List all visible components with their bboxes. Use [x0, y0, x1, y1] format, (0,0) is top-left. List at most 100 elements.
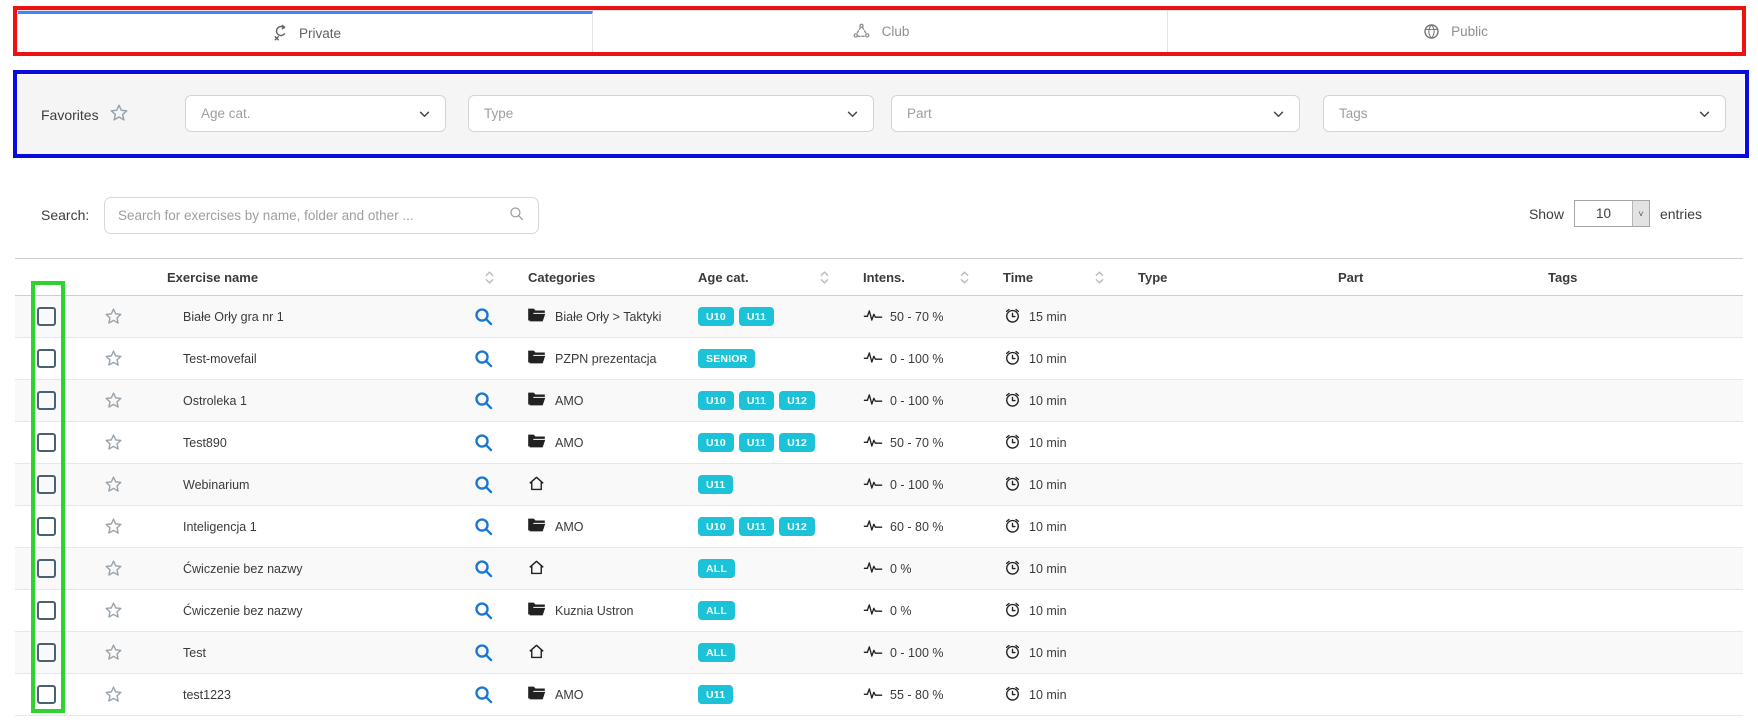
exercise-name: Webinarium [183, 478, 249, 492]
tab-public-label: Public [1451, 24, 1488, 39]
chevron-down-icon [419, 106, 430, 121]
favorite-star-button[interactable] [77, 558, 149, 579]
favorites-label: Favorites [41, 107, 99, 123]
favorite-star-button[interactable] [77, 306, 149, 327]
intensity-icon [863, 476, 883, 494]
age-badge: ALL [698, 601, 735, 620]
preview-icon[interactable] [473, 642, 494, 663]
preview-icon[interactable] [473, 306, 494, 327]
favorite-star-button[interactable] [77, 600, 149, 621]
table-row: Test890AMOU10U11U1250 - 70 %10 min [15, 422, 1743, 464]
preview-icon[interactable] [473, 390, 494, 411]
part-cell [1320, 548, 1530, 590]
time-icon [1003, 306, 1022, 328]
header-age-cat[interactable]: Age cat. [680, 259, 845, 296]
type-cell [1120, 548, 1320, 590]
table-row: Inteligencja 1AMOU10U11U1260 - 80 %10 mi… [15, 506, 1743, 548]
age-badge: U10 [698, 517, 734, 536]
sort-icon[interactable] [960, 270, 969, 285]
row-checkbox[interactable] [37, 307, 56, 326]
header-exercise-name[interactable]: Exercise name [149, 259, 510, 296]
tags-select[interactable]: Tags [1323, 95, 1726, 132]
intensity-icon [863, 560, 883, 578]
tags-cell [1530, 338, 1743, 380]
row-checkbox[interactable] [37, 685, 56, 704]
row-checkbox[interactable] [37, 601, 56, 620]
tab-private[interactable]: Private [18, 11, 593, 52]
row-checkbox[interactable] [37, 391, 56, 410]
intensity-value: 0 % [890, 562, 912, 576]
filter-bar: Favorites Age cat. Type Part Tags [17, 75, 1744, 155]
exercise-name: Ostroleka 1 [183, 394, 247, 408]
preview-icon[interactable] [473, 684, 494, 705]
preview-icon[interactable] [473, 558, 494, 579]
row-checkbox[interactable] [37, 643, 56, 662]
header-categories: Categories [510, 259, 680, 296]
table-header-row: Exercise name Categories Age cat. Intens… [15, 259, 1743, 296]
intensity-icon [863, 602, 883, 620]
tags-cell [1530, 506, 1743, 548]
row-checkbox[interactable] [37, 559, 56, 578]
time-icon [1003, 684, 1022, 706]
folder-icon [527, 433, 546, 452]
time-value: 10 min [1029, 604, 1067, 618]
header-intensity[interactable]: Intens. [845, 259, 985, 296]
part-cell [1320, 296, 1530, 338]
preview-icon[interactable] [473, 600, 494, 621]
category-label: AMO [555, 688, 583, 702]
part-cell [1320, 632, 1530, 674]
header-type: Type [1120, 259, 1320, 296]
age-badge: U10 [698, 307, 734, 326]
type-select[interactable]: Type [468, 95, 874, 132]
age-cat-select[interactable]: Age cat. [185, 95, 446, 132]
tags-cell [1530, 380, 1743, 422]
row-checkbox[interactable] [37, 517, 56, 536]
type-select-placeholder: Type [484, 106, 513, 121]
preview-icon[interactable] [473, 516, 494, 537]
favorite-star-button[interactable] [77, 390, 149, 411]
sort-icon[interactable] [820, 270, 829, 285]
favorite-star-button[interactable] [77, 684, 149, 705]
favorites-star-icon[interactable] [108, 102, 130, 127]
chevron-down-icon [847, 106, 858, 121]
intensity-value: 55 - 80 % [890, 688, 944, 702]
favorite-star-button[interactable] [77, 432, 149, 453]
row-checkbox[interactable] [37, 475, 56, 494]
sort-icon[interactable] [1095, 270, 1104, 285]
preview-icon[interactable] [473, 348, 494, 369]
favorite-star-button[interactable] [77, 642, 149, 663]
tags-cell [1530, 632, 1743, 674]
folder-icon [527, 349, 546, 368]
part-select[interactable]: Part [891, 95, 1300, 132]
club-icon [851, 21, 872, 42]
row-checkbox[interactable] [37, 349, 56, 368]
tab-club[interactable]: Club [593, 11, 1168, 52]
exercise-name: test1223 [183, 688, 231, 702]
part-cell [1320, 464, 1530, 506]
page-size-select[interactable]: 10 ˅ [1574, 200, 1650, 227]
intensity-icon [863, 350, 883, 368]
favorites-filter[interactable]: Favorites [41, 102, 130, 127]
tab-public[interactable]: Public [1168, 11, 1742, 52]
favorite-star-button[interactable] [77, 474, 149, 495]
tags-cell [1530, 296, 1743, 338]
sort-icon[interactable] [485, 270, 494, 285]
folder-icon [527, 601, 546, 620]
type-cell [1120, 590, 1320, 632]
folder-icon [527, 391, 546, 410]
select-arrow-icon: ˅ [1632, 201, 1649, 226]
age-badge: U12 [779, 433, 815, 452]
preview-icon[interactable] [473, 474, 494, 495]
search-input[interactable] [118, 208, 508, 223]
row-checkbox[interactable] [37, 433, 56, 452]
category-label: AMO [555, 520, 583, 534]
table-row: WebinariumU110 - 100 %10 min [15, 464, 1743, 506]
header-time[interactable]: Time [985, 259, 1120, 296]
age-badge: U11 [739, 391, 774, 410]
favorite-star-button[interactable] [77, 516, 149, 537]
chevron-down-icon [1699, 106, 1710, 121]
preview-icon[interactable] [473, 432, 494, 453]
exercise-name: Test-movefail [183, 352, 257, 366]
favorite-star-button[interactable] [77, 348, 149, 369]
intensity-icon [863, 686, 883, 704]
